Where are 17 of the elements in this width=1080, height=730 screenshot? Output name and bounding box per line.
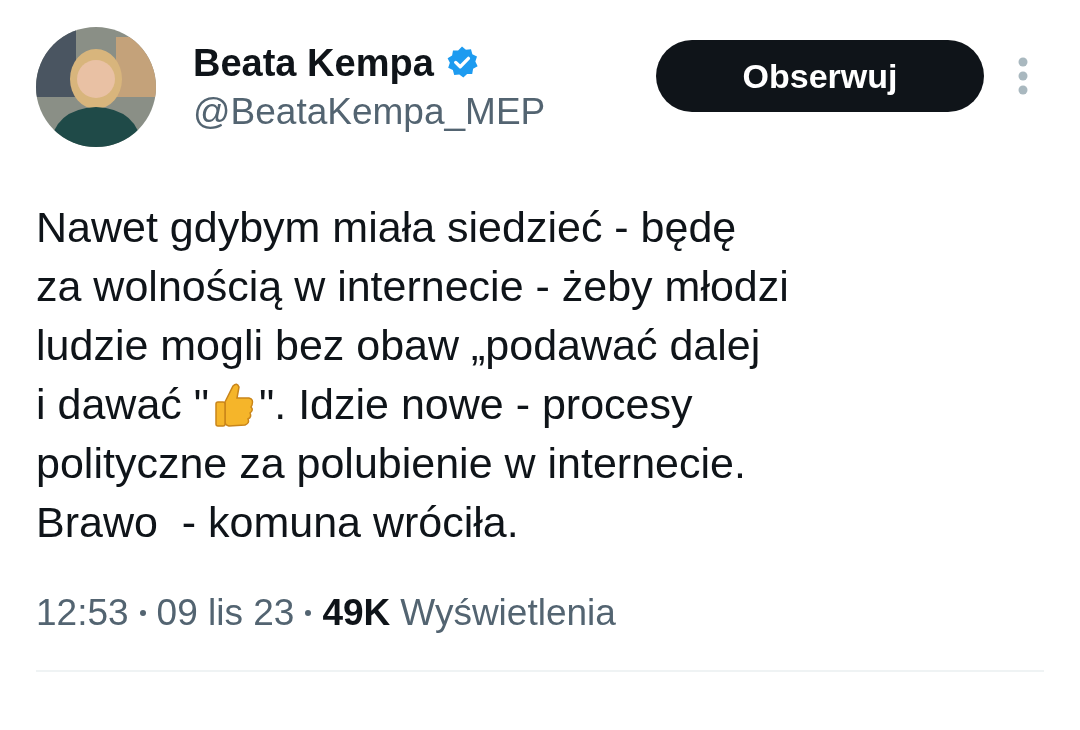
views-count: 49K	[322, 592, 391, 634]
tweet-time[interactable]: 12:53	[36, 592, 129, 634]
tweet-date[interactable]: 09 lis 23	[156, 592, 295, 634]
tweet-text: polityczne za polubienie w internecie.	[36, 439, 746, 488]
tweet-text: ". Idzie nowe - procesy	[259, 380, 693, 429]
tweet-text: i dawać "	[36, 380, 209, 429]
follow-button[interactable]: Obserwuj	[656, 40, 984, 112]
author-handle[interactable]: @BeataKempa_MEP	[193, 90, 656, 133]
views-label: Wyświetlenia	[400, 592, 616, 634]
tweet-text: Brawo - komuna wróciła.	[36, 498, 519, 547]
separator-dot-icon	[138, 609, 147, 617]
separator-dot-icon	[304, 609, 313, 617]
thumbs-up-icon	[213, 381, 255, 428]
tweet-text: ludzie mogli bez obaw „podawać dalej	[36, 321, 761, 370]
tweet-text: Nawet gdybym miała siedzieć - będę	[36, 203, 737, 252]
author-name[interactable]: Beata Kempa	[193, 41, 434, 85]
tweet-text: za wolnością w internecie - żeby młodzi	[36, 262, 789, 311]
